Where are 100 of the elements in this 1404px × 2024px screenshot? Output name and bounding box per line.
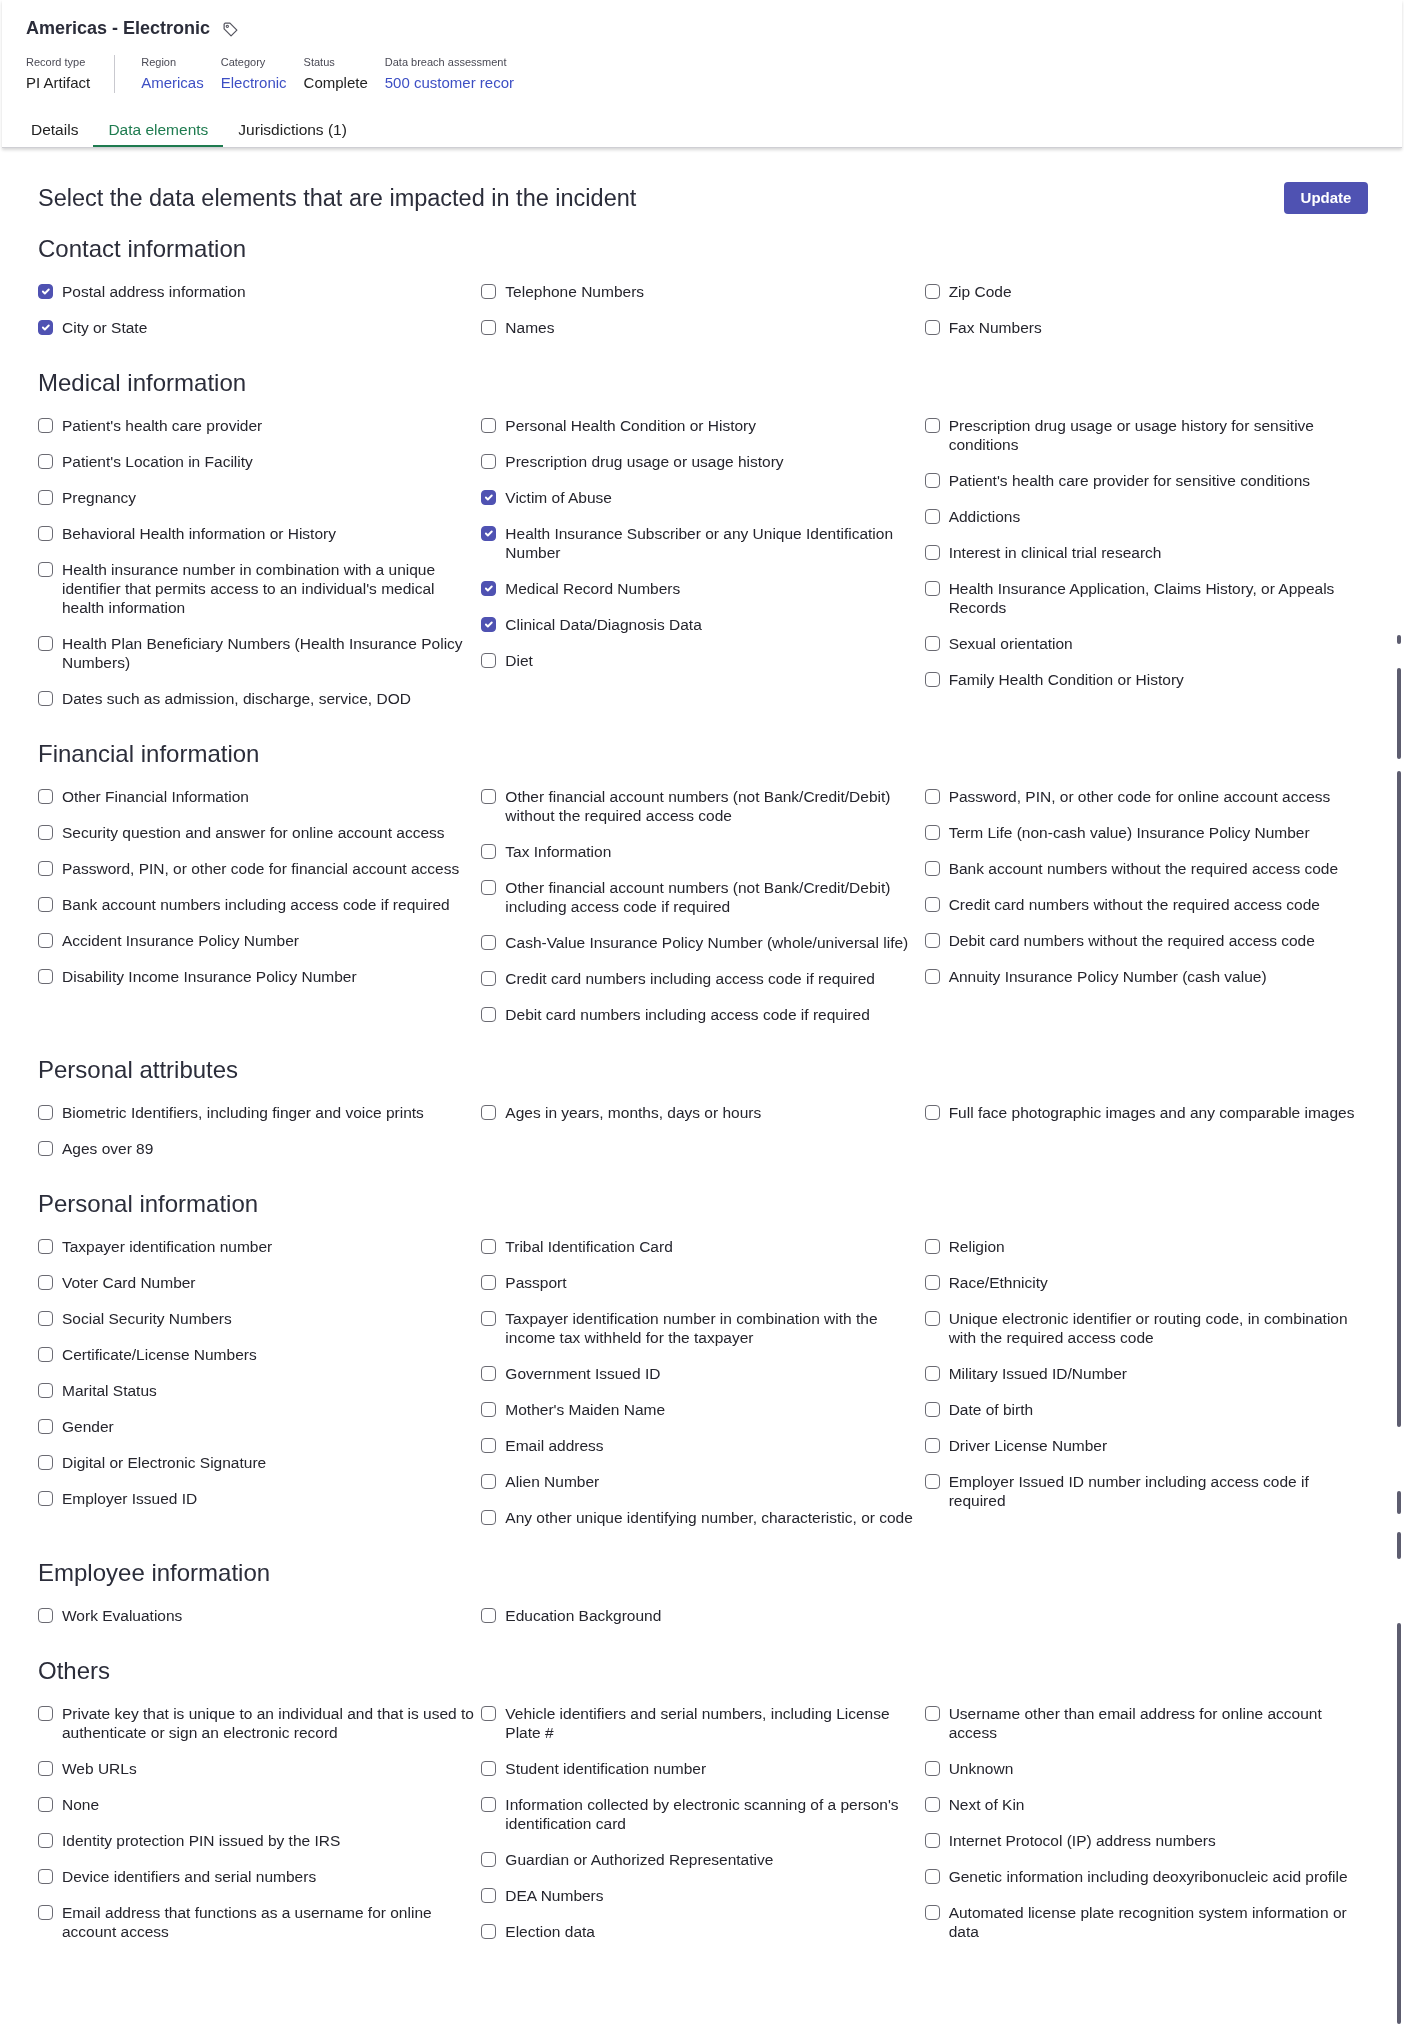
checkbox-label[interactable]: Addictions xyxy=(948,507,1021,526)
checkbox-label[interactable]: Clinical Data/Diagnosis Data xyxy=(505,615,702,634)
checkbox[interactable] xyxy=(38,691,53,706)
checkbox-label[interactable]: Bank account numbers including access code if required xyxy=(62,895,450,914)
checkbox-label[interactable]: Family Health Condition or History xyxy=(948,670,1184,689)
checkbox-label[interactable]: Prescription drug usage or usage history xyxy=(505,452,784,471)
checkbox[interactable] xyxy=(481,1761,497,1776)
checkbox-label[interactable]: Dates such as admission, discharge, service, DOD xyxy=(62,689,411,708)
checkbox[interactable] xyxy=(38,933,53,948)
checkbox-label[interactable]: Health Plan Beneficiary Numbers (Health Insurance Policy Numbers) xyxy=(62,634,476,672)
checkbox[interactable] xyxy=(481,1311,497,1326)
tab[interactable]: Details xyxy=(16,114,94,147)
checkbox-label[interactable]: Security question and answer for online account access xyxy=(62,823,445,842)
update-button[interactable]: Update xyxy=(1284,182,1368,214)
checkbox[interactable] xyxy=(38,1869,53,1884)
checkbox[interactable] xyxy=(924,1797,940,1812)
checkbox-label[interactable]: Taxpayer identification number in combination with the income tax withheld for the taxpayer xyxy=(505,1309,919,1347)
checkbox[interactable] xyxy=(38,1706,53,1721)
checkbox-label[interactable]: Mother's Maiden Name xyxy=(505,1400,666,1419)
checkbox-label[interactable]: Username other than email address for online account access xyxy=(948,1704,1362,1742)
checkbox[interactable] xyxy=(924,545,940,560)
checkbox-label[interactable]: Driver License Number xyxy=(948,1436,1108,1455)
checkbox-label[interactable]: Sexual orientation xyxy=(948,634,1073,653)
checkbox[interactable] xyxy=(924,1275,940,1290)
checkbox-label[interactable]: Health insurance number in combination with a unique identifier that permits access to an individual's medical health information xyxy=(62,560,476,617)
checkbox[interactable] xyxy=(38,1761,53,1776)
checkbox-label[interactable]: Military Issued ID/Number xyxy=(948,1364,1127,1383)
checkbox-label[interactable]: Accident Insurance Policy Number xyxy=(62,931,299,950)
checkbox[interactable] xyxy=(481,1105,497,1120)
field-link[interactable]: Electronic xyxy=(220,73,287,93)
checkbox[interactable] xyxy=(481,617,497,632)
checkbox[interactable] xyxy=(38,284,53,299)
checkbox[interactable] xyxy=(481,1402,497,1417)
checkbox[interactable] xyxy=(481,653,497,668)
checkbox[interactable] xyxy=(481,526,497,541)
checkbox-label[interactable]: Email address that functions as a username for online account access xyxy=(62,1903,476,1941)
checkbox[interactable] xyxy=(924,1905,940,1920)
scrollbar-thumb[interactable] xyxy=(1397,771,1401,1427)
checkbox[interactable] xyxy=(38,1905,53,1920)
checkbox-label[interactable]: Voter Card Number xyxy=(62,1273,196,1292)
checkbox[interactable] xyxy=(924,284,940,299)
checkbox-label[interactable]: Patient's health care provider for sensitive conditions xyxy=(948,471,1311,490)
checkbox-label[interactable]: Student identification number xyxy=(505,1759,707,1778)
field-link[interactable]: 500 customer recor xyxy=(384,73,514,93)
checkbox-label[interactable]: Next of Kin xyxy=(948,1795,1025,1814)
checkbox-label[interactable]: Alien Number xyxy=(505,1472,600,1491)
checkbox[interactable] xyxy=(924,473,940,488)
checkbox-label[interactable]: Patient's health care provider xyxy=(62,416,263,435)
checkbox-label[interactable]: Biometric Identifiers, including finger and voice prints xyxy=(62,1103,424,1122)
checkbox[interactable] xyxy=(481,1007,497,1022)
checkbox-label[interactable]: DEA Numbers xyxy=(505,1886,604,1905)
checkbox-label[interactable]: Medical Record Numbers xyxy=(505,579,681,598)
checkbox[interactable] xyxy=(924,1706,940,1721)
checkbox[interactable] xyxy=(924,320,940,335)
checkbox-label[interactable]: Work Evaluations xyxy=(62,1606,183,1625)
checkbox-label[interactable]: Guardian or Authorized Representative xyxy=(505,1850,774,1869)
checkbox[interactable] xyxy=(924,1761,940,1776)
checkbox-label[interactable]: Other financial account numbers (not Bank/Credit/Debit) without the required access code xyxy=(505,787,919,825)
checkbox[interactable] xyxy=(481,1474,497,1489)
checkbox[interactable] xyxy=(38,454,53,469)
checkbox-label[interactable]: Tax Information xyxy=(505,842,612,861)
checkbox-label[interactable]: Pregnancy xyxy=(62,488,137,507)
checkbox[interactable] xyxy=(481,935,497,950)
checkbox-label[interactable]: Web URLs xyxy=(62,1759,137,1778)
checkbox-label[interactable]: Ages in years, months, days or hours xyxy=(505,1103,762,1122)
checkbox-label[interactable]: Password, PIN, or other code for online account access xyxy=(948,787,1331,806)
checkbox-label[interactable]: Zip Code xyxy=(948,282,1012,301)
checkbox-label[interactable]: Credit card numbers without the required access code xyxy=(948,895,1320,914)
checkbox[interactable] xyxy=(924,418,940,433)
checkbox-label[interactable]: Prescription drug usage or usage history for sensitive conditions xyxy=(948,416,1362,454)
checkbox[interactable] xyxy=(924,636,940,651)
checkbox-label[interactable]: Certificate/License Numbers xyxy=(62,1345,257,1364)
checkbox[interactable] xyxy=(38,1105,53,1120)
checkbox-label[interactable]: Private key that is unique to an individual and that is used to authenticate or sign an electronic record xyxy=(62,1704,476,1742)
checkbox-label[interactable]: Full face photographic images and any comparable images xyxy=(948,1103,1355,1122)
checkbox[interactable] xyxy=(481,1275,497,1290)
checkbox[interactable] xyxy=(924,1474,940,1489)
checkbox-label[interactable]: Health Insurance Application, Claims History, or Appeals Records xyxy=(948,579,1362,617)
checkbox[interactable] xyxy=(481,1239,497,1254)
checkbox-label[interactable]: Debit card numbers without the required access code xyxy=(948,931,1315,950)
checkbox[interactable] xyxy=(38,490,53,505)
checkbox[interactable] xyxy=(38,1239,53,1254)
checkbox[interactable] xyxy=(481,844,497,859)
checkbox-label[interactable]: Health Insurance Subscriber or any Unique Identification Number xyxy=(505,524,919,562)
checkbox[interactable] xyxy=(38,320,53,335)
checkbox-label[interactable]: Interest in clinical trial research xyxy=(948,543,1162,562)
checkbox[interactable] xyxy=(924,509,940,524)
checkbox[interactable] xyxy=(924,1869,940,1884)
checkbox-label[interactable]: Unique electronic identifier or routing code, in combination with the required access code xyxy=(948,1309,1362,1347)
tab[interactable]: Data elements xyxy=(93,114,224,147)
checkbox-label[interactable]: Information collected by electronic scanning of a person's identification card xyxy=(505,1795,919,1833)
checkbox[interactable] xyxy=(924,1311,940,1326)
checkbox-label[interactable]: Tribal Identification Card xyxy=(505,1237,673,1256)
checkbox[interactable] xyxy=(481,880,497,895)
checkbox-label[interactable]: Internet Protocol (IP) address numbers xyxy=(948,1831,1216,1850)
checkbox[interactable] xyxy=(38,1608,53,1623)
checkbox-label[interactable]: Gender xyxy=(62,1417,114,1436)
checkbox[interactable] xyxy=(38,1833,53,1848)
checkbox-label[interactable]: None xyxy=(62,1795,100,1814)
checkbox[interactable] xyxy=(924,672,940,687)
